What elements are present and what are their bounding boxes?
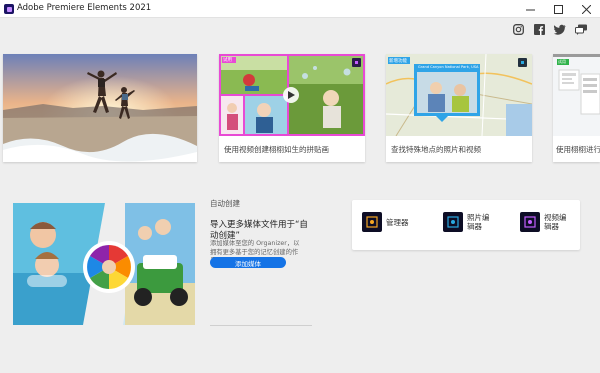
close-icon <box>581 4 591 14</box>
video-editor-label: 视频编辑器 <box>544 213 567 231</box>
minimize-button[interactable] <box>516 0 544 18</box>
auto-create-preview <box>13 203 195 325</box>
photo-editor-icon <box>443 212 463 232</box>
auto-create-label: 自动创建 <box>210 199 240 208</box>
carousel-card-partial[interactable]: 试用 使用栩栩进行 <box>553 54 600 162</box>
twitter-icon <box>554 24 566 35</box>
carousel-card-video-collage[interactable]: 试用 使用视频创建栩栩如生的拼贴画 <box>219 54 365 162</box>
app-logo-icon <box>4 4 14 14</box>
instagram-icon <box>512 23 524 35</box>
instagram-button[interactable] <box>511 22 525 36</box>
collage-thumbnail: 试用 <box>219 54 365 136</box>
launch-video-editor-button[interactable]: 视频编辑器 <box>520 212 568 232</box>
close-button[interactable] <box>572 0 600 18</box>
card-caption: 使用栩栩进行 <box>556 145 600 154</box>
organizer-label: 管理器 <box>386 217 409 227</box>
section-divider <box>210 325 312 326</box>
launch-photo-editor-button[interactable]: 照片编辑器 <box>443 212 491 232</box>
maximize-icon <box>553 4 563 14</box>
launch-organizer-button[interactable]: 管理器 <box>362 212 409 232</box>
photo-editor-label: 照片编辑器 <box>467 213 490 231</box>
twitter-button[interactable] <box>553 22 567 36</box>
card-badge: 试用 <box>558 59 566 64</box>
carousel-card-beach[interactable] <box>3 54 197 162</box>
carousel-card-places[interactable]: 新增功能 Grand Canyon National Park, USA 查找特… <box>386 54 532 162</box>
window-title: Adobe Premiere Elements 2021 <box>17 3 152 13</box>
app-launcher-panel: 管理器 照片编辑器 视频编辑器 <box>352 200 580 250</box>
feedback-button[interactable] <box>574 22 588 36</box>
maximize-button[interactable] <box>544 0 572 18</box>
map-thumbnail: 新增功能 Grand Canyon National Park, USA <box>386 54 532 136</box>
add-media-button[interactable]: 添加媒体 <box>210 257 286 268</box>
card-badge: 新增功能 <box>389 59 407 64</box>
minimize-icon <box>525 9 535 10</box>
facebook-button[interactable] <box>532 22 546 36</box>
feedback-icon <box>574 24 587 35</box>
card-caption: 使用视频创建栩栩如生的拼贴画 <box>224 145 329 154</box>
partial-thumbnail: 试用 <box>553 54 600 136</box>
organizer-icon <box>362 212 382 232</box>
card-badge: 试用 <box>223 58 232 63</box>
video-editor-icon <box>520 212 540 232</box>
beach-photo <box>3 54 197 162</box>
facebook-icon <box>533 23 545 35</box>
auto-create-headline: 导入更多媒体文件用于“自动创建” <box>210 220 308 241</box>
map-location-label: Grand Canyon National Park, USA <box>418 65 479 69</box>
card-caption: 查找特殊地点的照片和视频 <box>391 145 481 154</box>
